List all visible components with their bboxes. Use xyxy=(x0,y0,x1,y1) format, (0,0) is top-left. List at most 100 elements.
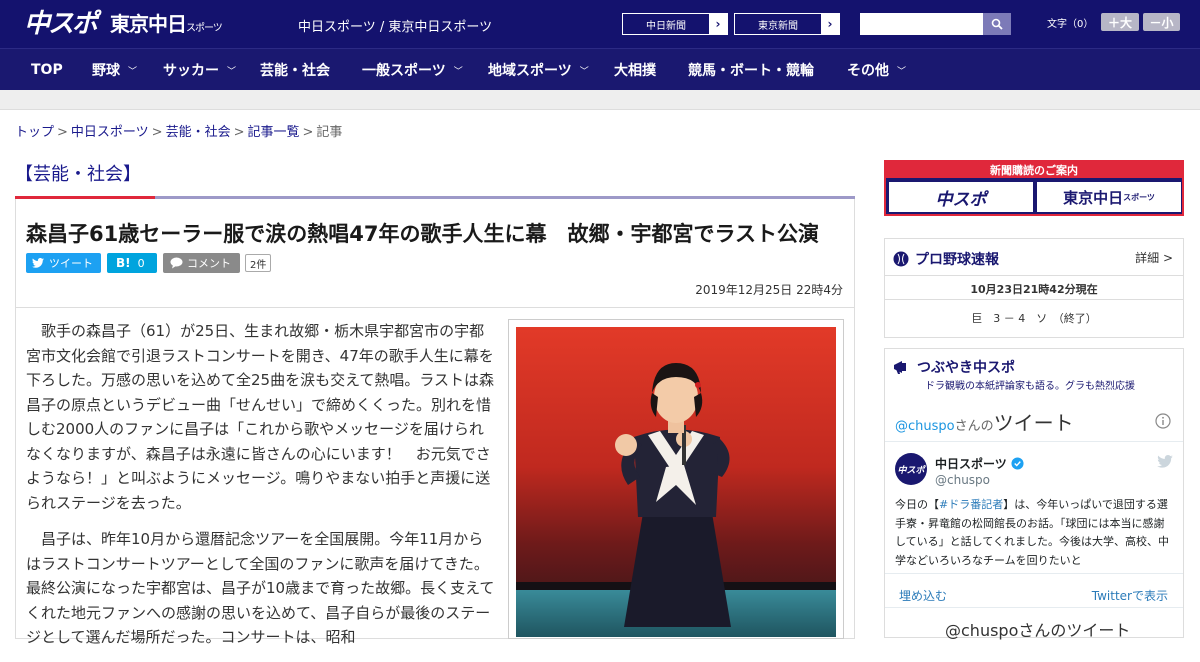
account-name: 中日スポーツ xyxy=(935,457,1007,471)
nav-entertainment[interactable]: 芸能・社会 xyxy=(260,49,330,91)
tweets-subtitle: ドラ観戦の本紙評論家も語る。グラも熱烈応援 xyxy=(925,381,1135,392)
chevron-down-icon: ﹀ xyxy=(453,66,463,77)
tweet-embed-handle[interactable]: @chuspo xyxy=(895,419,955,434)
twitter-bird-icon xyxy=(32,258,44,268)
twitter-bird-icon[interactable] xyxy=(1157,455,1173,468)
info-icon[interactable] xyxy=(1155,413,1171,429)
breadcrumb-entertainment[interactable]: 芸能・社会 xyxy=(166,125,231,140)
chunichi-shimbun-label: 中日新聞 xyxy=(646,20,686,32)
search-icon xyxy=(991,18,1003,30)
nav-local-sports[interactable]: 地域スポーツ ﹀ xyxy=(488,49,589,91)
baseball-score-box: プロ野球速報 詳細 > 10月23日21時42分現在 巨 3 － 4 ソ （終了… xyxy=(884,238,1184,338)
baseball-score[interactable]: 巨 3 － 4 ソ （終了） xyxy=(885,310,1183,326)
nav-label: 一般スポーツ xyxy=(362,63,446,79)
nav-label: 地域スポーツ xyxy=(488,63,572,79)
tweet-divider xyxy=(885,441,1183,442)
tweet-hashtag[interactable]: #ドラ番記者 xyxy=(939,498,1003,511)
nav-label: 芸能・社会 xyxy=(260,63,330,79)
ad-strip xyxy=(0,90,1200,110)
font-smaller-button[interactable]: －小 xyxy=(1143,13,1180,31)
tokyo-subscription-text: 東京中日 xyxy=(1063,188,1124,207)
nav-label: 競馬・ボート・競輪 xyxy=(688,63,814,79)
tweets-footer: @chuspoさんのツイート xyxy=(945,621,1131,640)
baseball-timestamp: 10月23日21時42分現在 xyxy=(970,283,1098,296)
hatena-count: 0 xyxy=(137,256,145,270)
tweet-text: 今日の【#ドラ番記者】は、今年いっぱいで退団する選手寮・昇竜館の松岡館長のお話。… xyxy=(895,496,1175,572)
breadcrumb-current: 記事 xyxy=(316,125,343,140)
breadcrumb-sep: > xyxy=(233,125,245,140)
font-larger-button[interactable]: ＋大 xyxy=(1101,13,1139,31)
breadcrumb-sep: > xyxy=(57,125,68,140)
twitter-box: つぶやき中スポ ドラ観戦の本紙評論家も語る。グラも熱烈応援 @chuspoさんの… xyxy=(884,348,1184,640)
article-divider xyxy=(16,307,854,308)
comment-count[interactable]: 2件 xyxy=(245,254,272,272)
tweet-embed-title: ツイート xyxy=(993,411,1074,435)
nav-general-sports[interactable]: 一般スポーツ ﹀ xyxy=(362,49,463,91)
nav-label: その他 xyxy=(847,63,889,79)
breadcrumb-sep: > xyxy=(151,125,163,140)
chevron-down-icon: ﹀ xyxy=(897,66,907,77)
tweet-label: ツイート xyxy=(49,257,93,270)
subscription-banner[interactable]: 新聞購読のご案内 中スポ 東京中日 スポーツ xyxy=(884,160,1184,216)
breadcrumb-article-list[interactable]: 記事一覧 xyxy=(248,125,300,140)
nav-label: 大相撲 xyxy=(614,63,656,79)
avatar[interactable]: 中スポ xyxy=(895,453,927,485)
nav-top[interactable]: TOP xyxy=(31,49,63,91)
nav-sumo[interactable]: 大相撲 xyxy=(614,49,656,91)
subscription-title: 新聞購読のご案内 xyxy=(886,162,1182,178)
comment-button[interactable]: コメント xyxy=(163,253,240,273)
breadcrumb-top[interactable]: トップ xyxy=(15,125,54,140)
nav-baseball[interactable]: 野球 ﹀ xyxy=(92,49,137,91)
tokyo-shimbun-link[interactable]: 東京新聞 › xyxy=(734,13,840,35)
tweet-divider xyxy=(885,573,1183,574)
view-on-twitter-link[interactable]: Twitterで表示 xyxy=(1092,587,1168,604)
speech-bubble-icon xyxy=(170,257,183,269)
breadcrumb-sep: > xyxy=(302,125,314,140)
account-handle[interactable]: @chuspo xyxy=(935,473,990,487)
verified-badge-icon xyxy=(1011,457,1024,470)
tweet-prefix: 今日の【 xyxy=(895,498,939,511)
hatena-icon: B! xyxy=(116,256,131,270)
breadcrumb: トップ > 中日スポーツ > 芸能・社会 > 記事一覧 > 記事 xyxy=(15,121,342,140)
tokyo-subscription-logo: 東京中日 スポーツ xyxy=(1037,182,1181,212)
chuspo-logo[interactable]: 中スポ xyxy=(24,10,98,38)
account-name-row[interactable]: 中日スポーツ xyxy=(935,455,1024,472)
tokyo-subscription-small: スポーツ xyxy=(1123,192,1155,202)
tweet-embed-heading: @chuspoさんのツイート xyxy=(895,407,1074,436)
main-nav: TOP 野球 ﹀ サッカー ﹀ 芸能・社会 一般スポーツ ﹀ 地域スポーツ ﹀ 大相撲 … xyxy=(0,48,1200,90)
tokyo-chunichi-logo[interactable]: 東京中日スポーツ xyxy=(110,13,223,40)
article-photo[interactable] xyxy=(516,327,836,637)
article-paragraph: 昌子は、昨年10月から還暦記念ツアーを全国展開。今年11月からはラストコンサート… xyxy=(26,530,495,646)
embed-link[interactable]: 埋め込む xyxy=(899,587,947,604)
nav-others[interactable]: その他 ﹀ xyxy=(847,49,906,91)
nav-label: TOP xyxy=(31,62,63,78)
tweets-header: つぶやき中スポ xyxy=(893,357,1015,377)
breadcrumb-chunichi-sports[interactable]: 中日スポーツ xyxy=(71,125,149,140)
baseball-divider xyxy=(885,299,1183,300)
tweets-title: つぶやき中スポ xyxy=(917,360,1015,376)
hatena-button[interactable]: B! 0 xyxy=(107,253,157,273)
chevron-down-icon: ﹀ xyxy=(128,66,138,77)
article-headline: 森昌子61歳セーラー服で涙の熱唱47年の歌手人生に幕 故郷・宇都宮でラスト公演 xyxy=(26,222,820,246)
search-input[interactable] xyxy=(860,13,983,35)
tweet-divider xyxy=(885,607,1183,608)
tweet-embed-suffix: さんの xyxy=(954,419,994,434)
tokyo-chunichi-logo-small: スポーツ xyxy=(186,23,223,34)
baseball-icon xyxy=(893,251,909,267)
tweet-button[interactable]: ツイート xyxy=(26,253,101,273)
chevron-down-icon: ﹀ xyxy=(579,66,589,77)
font-size-label: 文字（0） xyxy=(1047,19,1094,30)
nav-label: サッカー xyxy=(163,63,219,79)
baseball-detail-link[interactable]: 詳細 > xyxy=(1135,249,1173,266)
chevron-right-icon: › xyxy=(709,14,727,34)
article-paragraph: 歌手の森昌子（61）が25日、生まれ故郷・栃木県宇都宮市の宇都宮市文化会館で引退… xyxy=(26,322,495,512)
article-body: 歌手の森昌子（61）が25日、生まれ故郷・栃木県宇都宮市の宇都宮市文化会館で引退… xyxy=(26,319,498,662)
chevron-down-icon: ﹀ xyxy=(227,66,237,77)
nav-racing[interactable]: 競馬・ボート・競輪 xyxy=(688,49,814,91)
chunichi-shimbun-link[interactable]: 中日新聞 › xyxy=(622,13,728,35)
search-button[interactable] xyxy=(983,13,1011,35)
chuspo-subscription-logo: 中スポ xyxy=(889,182,1033,212)
nav-soccer[interactable]: サッカー ﹀ xyxy=(163,49,236,91)
baseball-divider xyxy=(885,275,1183,276)
nav-label: 野球 xyxy=(92,63,120,79)
